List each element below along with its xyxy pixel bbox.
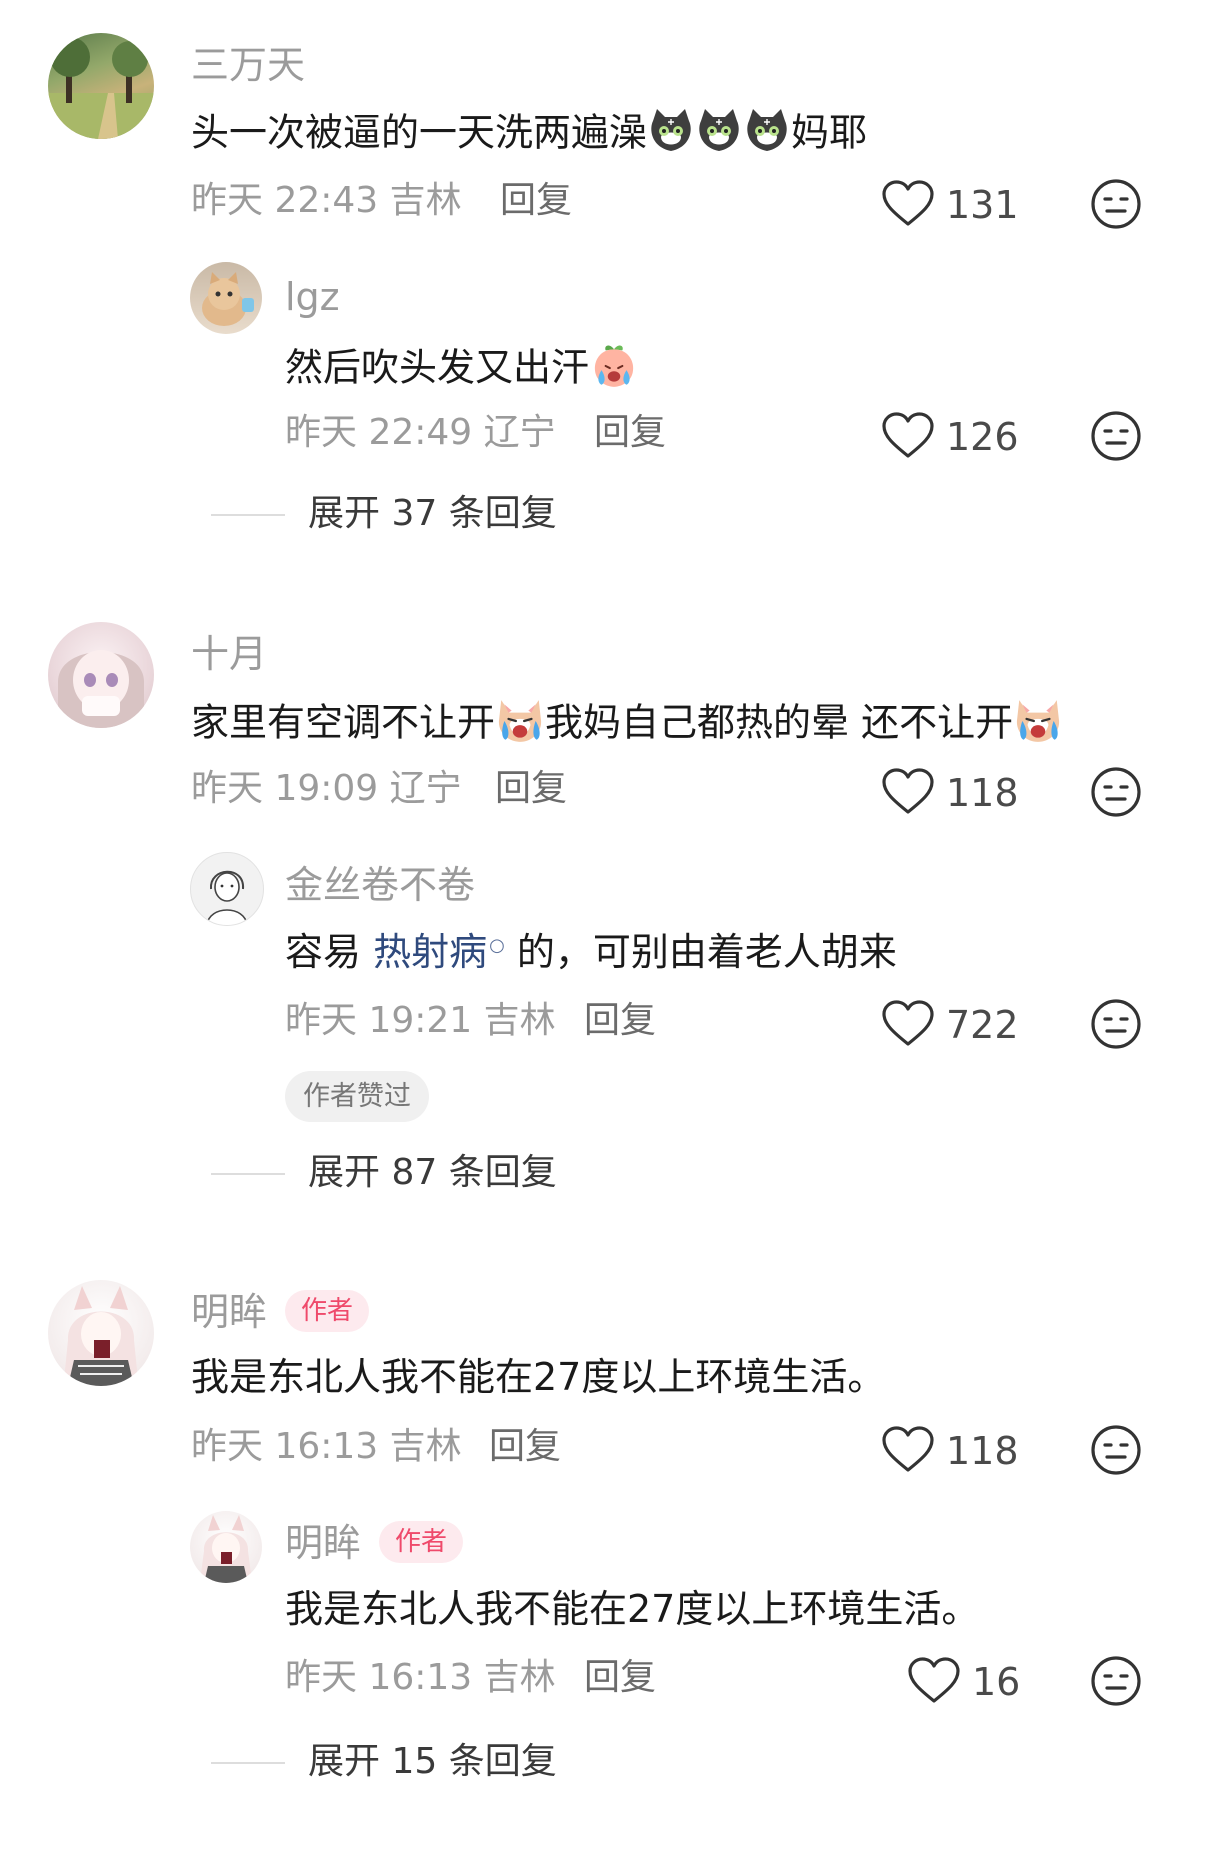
avatar[interactable] <box>48 33 154 139</box>
username[interactable]: 三万天 <box>191 46 305 84</box>
line-drawing-avatar-image <box>206 870 248 925</box>
cat-emoji-icon <box>695 107 743 155</box>
reply-button[interactable]: 回复 <box>489 1429 561 1465</box>
landscape-avatar-image <box>48 37 154 139</box>
comment-time-location: 昨天 16:13 吉林 <box>191 1426 462 1467</box>
reply-button[interactable]: 回复 <box>495 771 567 807</box>
like-count: 118 <box>946 1429 1019 1473</box>
comment-text: 头一次被逼的一天洗两遍澡 妈耶 <box>191 111 867 159</box>
comment-text: 家里有空调不让开 我妈自己都热的晕 还不让开 <box>191 700 1063 750</box>
reply-time-location: 昨天 16:13 吉林 <box>285 1657 556 1698</box>
comment-time-location: 昨天 22:43 吉林 <box>191 180 462 221</box>
username[interactable]: 金丝卷不卷 <box>285 866 475 904</box>
expand-divider <box>211 1173 285 1175</box>
comment-text: 我是东北人我不能在27度以上环境生活。 <box>191 1355 886 1399</box>
expand-replies-button[interactable]: 展开 15 条回复 <box>308 1744 557 1780</box>
reply-button[interactable]: 回复 <box>500 183 572 219</box>
author-tag: 作者 <box>379 1520 464 1563</box>
dislike-face-icon[interactable] <box>1090 1655 1142 1707</box>
cat-emoji-icon <box>743 107 791 155</box>
comment-time-location: 昨天 19:09 辽宁 <box>191 768 462 809</box>
anime-character-avatar-image <box>200 1515 252 1583</box>
dislike-face-icon[interactable] <box>1090 178 1142 230</box>
crying-dog-emoji-icon <box>495 696 545 746</box>
username[interactable]: 明眸 作者 <box>191 1289 370 1336</box>
reply-button[interactable]: 回复 <box>594 415 666 451</box>
expand-divider <box>211 514 285 516</box>
like-heart-icon[interactable] <box>881 180 935 228</box>
like-count: 126 <box>946 415 1019 459</box>
like-heart-icon[interactable] <box>881 412 935 460</box>
like-count: 16 <box>972 1660 1021 1704</box>
dislike-face-icon[interactable] <box>1090 410 1142 462</box>
like-heart-icon[interactable] <box>881 768 935 816</box>
like-heart-icon[interactable] <box>881 1000 935 1048</box>
expand-replies-button[interactable]: 展开 87 条回复 <box>308 1155 557 1191</box>
like-heart-icon[interactable] <box>907 1657 961 1705</box>
cat-emoji-icon <box>647 107 695 155</box>
dislike-face-icon[interactable] <box>1090 1424 1142 1476</box>
username[interactable]: 明眸 作者 <box>285 1520 464 1567</box>
crying-peach-emoji-icon <box>589 341 639 391</box>
avatar[interactable] <box>190 852 264 926</box>
author-tag: 作者 <box>285 1289 370 1332</box>
anime-character-avatar-image <box>64 1286 138 1386</box>
username[interactable]: 十月 <box>191 635 267 673</box>
avatar[interactable] <box>48 1280 154 1386</box>
crying-dog-emoji-icon <box>1013 696 1063 746</box>
username[interactable]: lgz <box>285 278 340 316</box>
reply-button[interactable]: 回复 <box>584 1003 656 1039</box>
like-count: 118 <box>946 771 1019 815</box>
reply-text: 然后吹头发又出汗 <box>285 345 639 395</box>
expand-divider <box>211 1762 285 1764</box>
search-icon: ○ <box>489 935 505 957</box>
dislike-face-icon[interactable] <box>1090 766 1142 818</box>
expand-replies-button[interactable]: 展开 37 条回复 <box>308 496 557 532</box>
cat-photo-avatar-image <box>202 272 254 326</box>
avatar[interactable] <box>190 262 262 334</box>
like-count: 131 <box>946 183 1019 227</box>
author-liked-badge: 作者赞过 <box>285 1071 429 1122</box>
like-heart-icon[interactable] <box>881 1426 935 1474</box>
reply-button[interactable]: 回复 <box>584 1660 656 1696</box>
reply-time-location: 昨天 19:21 吉林 <box>285 1000 556 1041</box>
avatar[interactable] <box>48 622 154 728</box>
reply-time-location: 昨天 22:49 辽宁 <box>285 412 556 453</box>
reply-text: 容易 热射病 ○ 的，可别由着老人胡来 <box>285 930 897 974</box>
anime-girl-avatar-image <box>58 650 144 728</box>
avatar[interactable] <box>190 1511 262 1583</box>
reply-text: 我是东北人我不能在27度以上环境生活。 <box>285 1587 980 1631</box>
topic-link[interactable]: 热射病 ○ <box>373 930 505 974</box>
dislike-face-icon[interactable] <box>1090 998 1142 1050</box>
like-count: 722 <box>946 1003 1019 1047</box>
